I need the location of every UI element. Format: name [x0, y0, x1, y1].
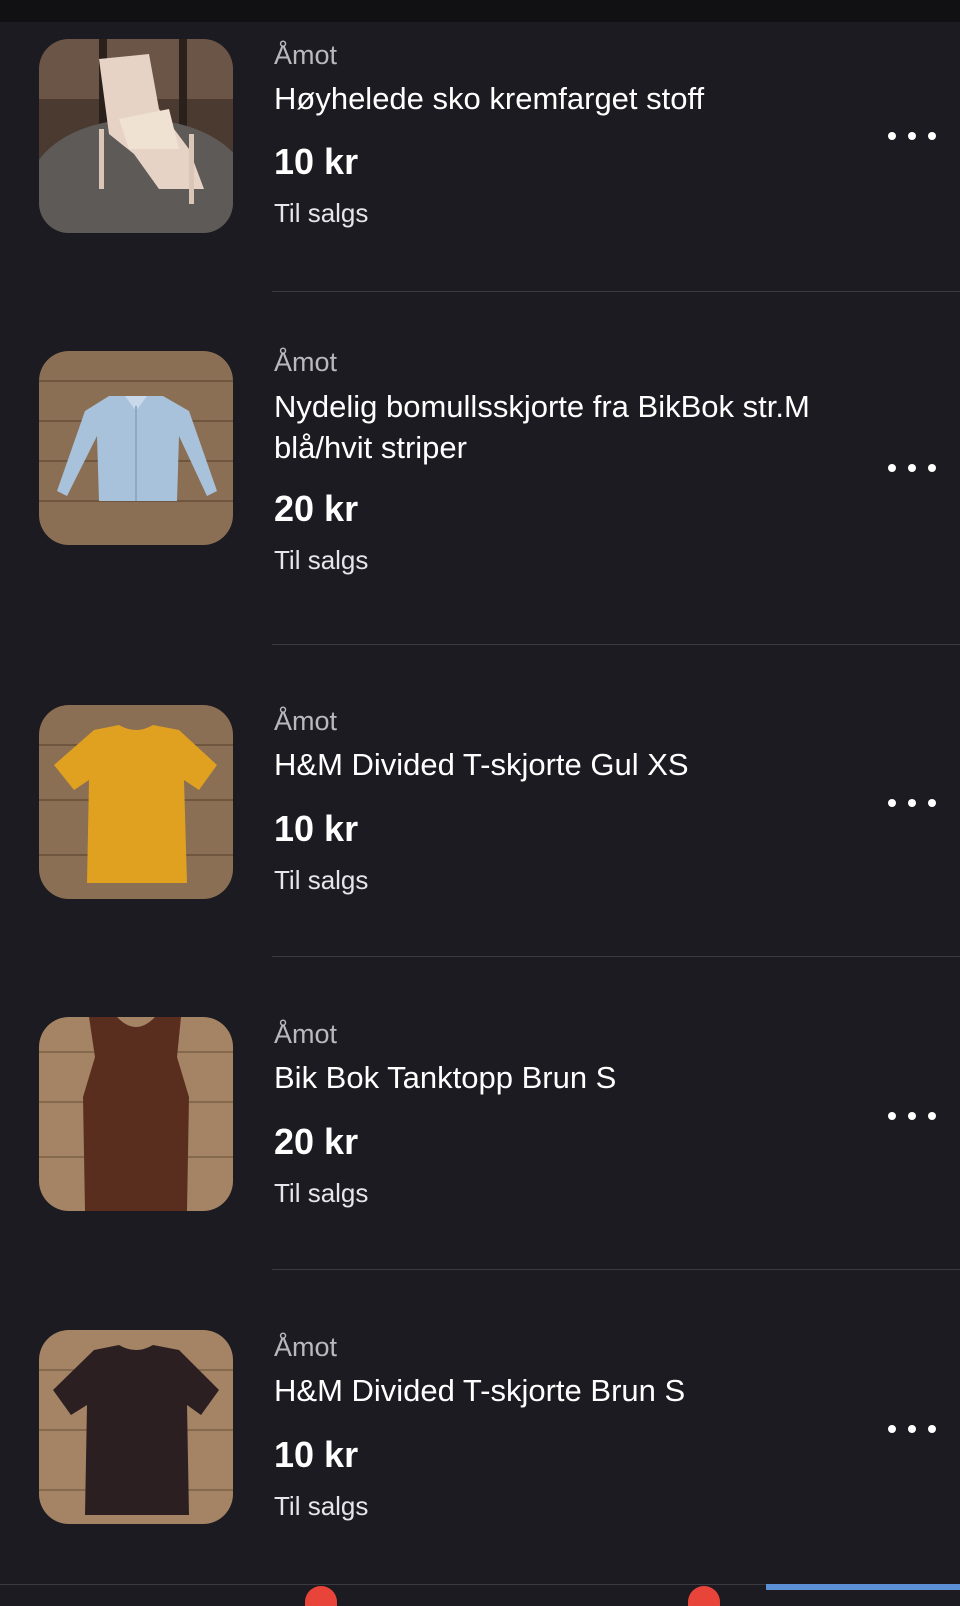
listing-item[interactable]: Åmot Bik Bok Tanktopp Brun S 20 kr Til s…: [0, 977, 960, 1289]
listing-status: Til salgs: [274, 198, 369, 228]
listing-price: 20 kr: [274, 1121, 359, 1162]
more-horizontal-icon[interactable]: [888, 458, 936, 478]
listing-price: 10 kr: [274, 1434, 359, 1475]
listing-status: Til salgs: [274, 545, 369, 575]
yellow-tshirt-image[interactable]: [39, 705, 233, 899]
listing-list: Åmot Høyhelede sko kremfarget stoff 10 k…: [0, 0, 960, 1597]
listing-price: 10 kr: [274, 141, 359, 182]
listing-price: 10 kr: [274, 808, 359, 849]
listing-price: 20 kr: [274, 488, 359, 529]
listing-status: Til salgs: [274, 1178, 369, 1208]
listing-location: Åmot: [274, 1332, 338, 1362]
listing-title: Høyhelede sko kremfarget stoff: [274, 81, 705, 116]
listing-location: Åmot: [274, 1019, 338, 1049]
divider: [272, 644, 960, 645]
heeled-shoes-image[interactable]: [39, 39, 233, 233]
divider: [272, 956, 960, 957]
more-horizontal-icon[interactable]: [888, 1106, 936, 1126]
active-tab-indicator: [766, 1584, 960, 1590]
brown-tshirt-image[interactable]: [39, 1330, 233, 1524]
listing-location: Åmot: [274, 706, 338, 736]
listing-location: Åmot: [274, 347, 338, 377]
more-horizontal-icon[interactable]: [888, 126, 936, 146]
listing-title: H&M Divided T-skjorte Gul XS: [274, 747, 689, 782]
listing-item[interactable]: Åmot Høyhelede sko kremfarget stoff 10 k…: [0, 0, 960, 312]
listing-item[interactable]: Åmot H&M Divided T-skjorte Gul XS 10 kr …: [0, 664, 960, 976]
listing-item[interactable]: Åmot H&M Divided T-skjorte Brun S 10 kr …: [0, 1290, 960, 1602]
more-horizontal-icon[interactable]: [888, 793, 936, 813]
listing-status: Til salgs: [274, 865, 369, 895]
listing-title: Bik Bok Tanktopp Brun S: [274, 1060, 617, 1095]
brown-tanktop-image[interactable]: [39, 1017, 233, 1211]
listing-location: Åmot: [274, 40, 338, 70]
divider: [272, 291, 960, 292]
listing-item[interactable]: Åmot Nydelig bomullsskjorte fra BikBok s…: [0, 312, 960, 624]
striped-shirt-image[interactable]: [39, 351, 233, 545]
listing-status: Til salgs: [274, 1491, 369, 1521]
divider: [272, 1269, 960, 1270]
more-horizontal-icon[interactable]: [888, 1419, 936, 1439]
listing-title: H&M Divided T-skjorte Brun S: [274, 1373, 686, 1408]
listing-title: Nydelig bomullsskjorte fra BikBok str.M …: [274, 389, 810, 465]
